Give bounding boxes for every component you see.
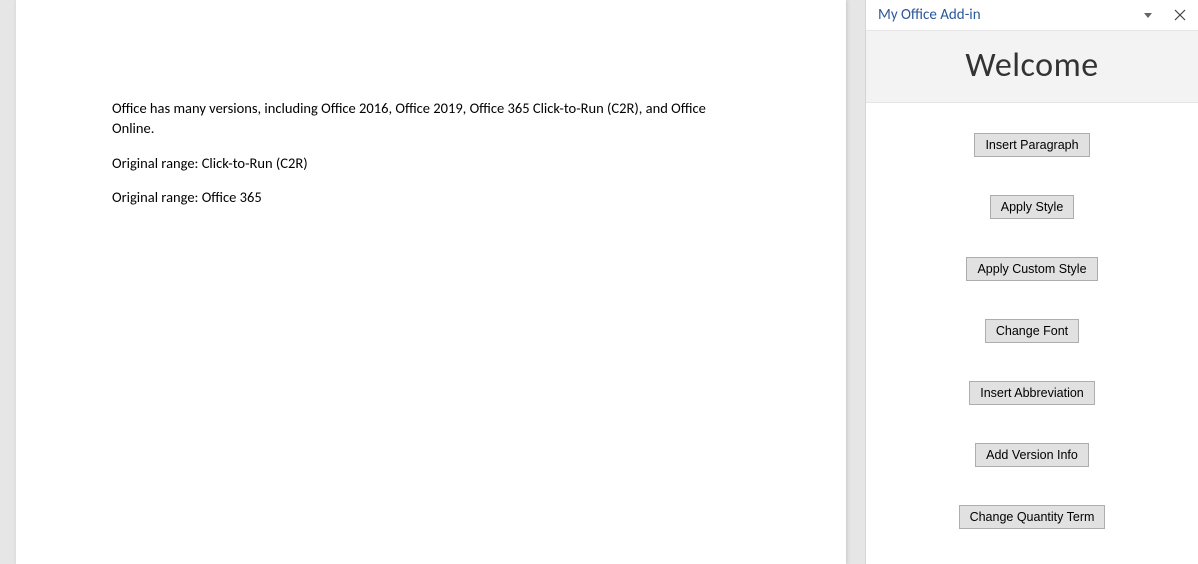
insert-paragraph-button[interactable]: Insert Paragraph xyxy=(974,133,1089,157)
menu-dropdown-icon[interactable] xyxy=(1138,6,1158,24)
apply-style-button[interactable]: Apply Style xyxy=(990,195,1075,219)
change-font-button[interactable]: Change Font xyxy=(985,319,1079,343)
close-button[interactable] xyxy=(1170,6,1190,24)
document-paragraph[interactable]: Original range: Office 365 xyxy=(112,187,750,207)
taskpane-body: Welcome Insert Paragraph Apply Style App… xyxy=(866,31,1198,564)
insert-abbreviation-button[interactable]: Insert Abbreviation xyxy=(969,381,1095,405)
button-stack: Insert Paragraph Apply Style Apply Custo… xyxy=(866,103,1198,564)
taskpane: My Office Add-in Welcome Insert Paragrap… xyxy=(865,0,1198,564)
document-paragraph[interactable]: Original range: Click-to-Run (C2R) xyxy=(112,153,750,173)
apply-custom-style-button[interactable]: Apply Custom Style xyxy=(966,257,1097,281)
pane-divider xyxy=(855,0,865,564)
taskpane-title: My Office Add-in xyxy=(878,6,1126,24)
document-page[interactable]: Office has many versions, including Offi… xyxy=(16,0,846,564)
welcome-banner: Welcome xyxy=(866,31,1198,103)
document-paragraph[interactable]: Office has many versions, including Offi… xyxy=(112,98,750,139)
document-area: Office has many versions, including Offi… xyxy=(0,0,855,564)
welcome-heading: Welcome xyxy=(866,45,1198,86)
add-version-info-button[interactable]: Add Version Info xyxy=(975,443,1089,467)
caret-down-icon xyxy=(1144,13,1152,18)
change-quantity-term-button[interactable]: Change Quantity Term xyxy=(959,505,1106,529)
taskpane-header: My Office Add-in xyxy=(866,0,1198,31)
close-icon xyxy=(1174,9,1186,21)
